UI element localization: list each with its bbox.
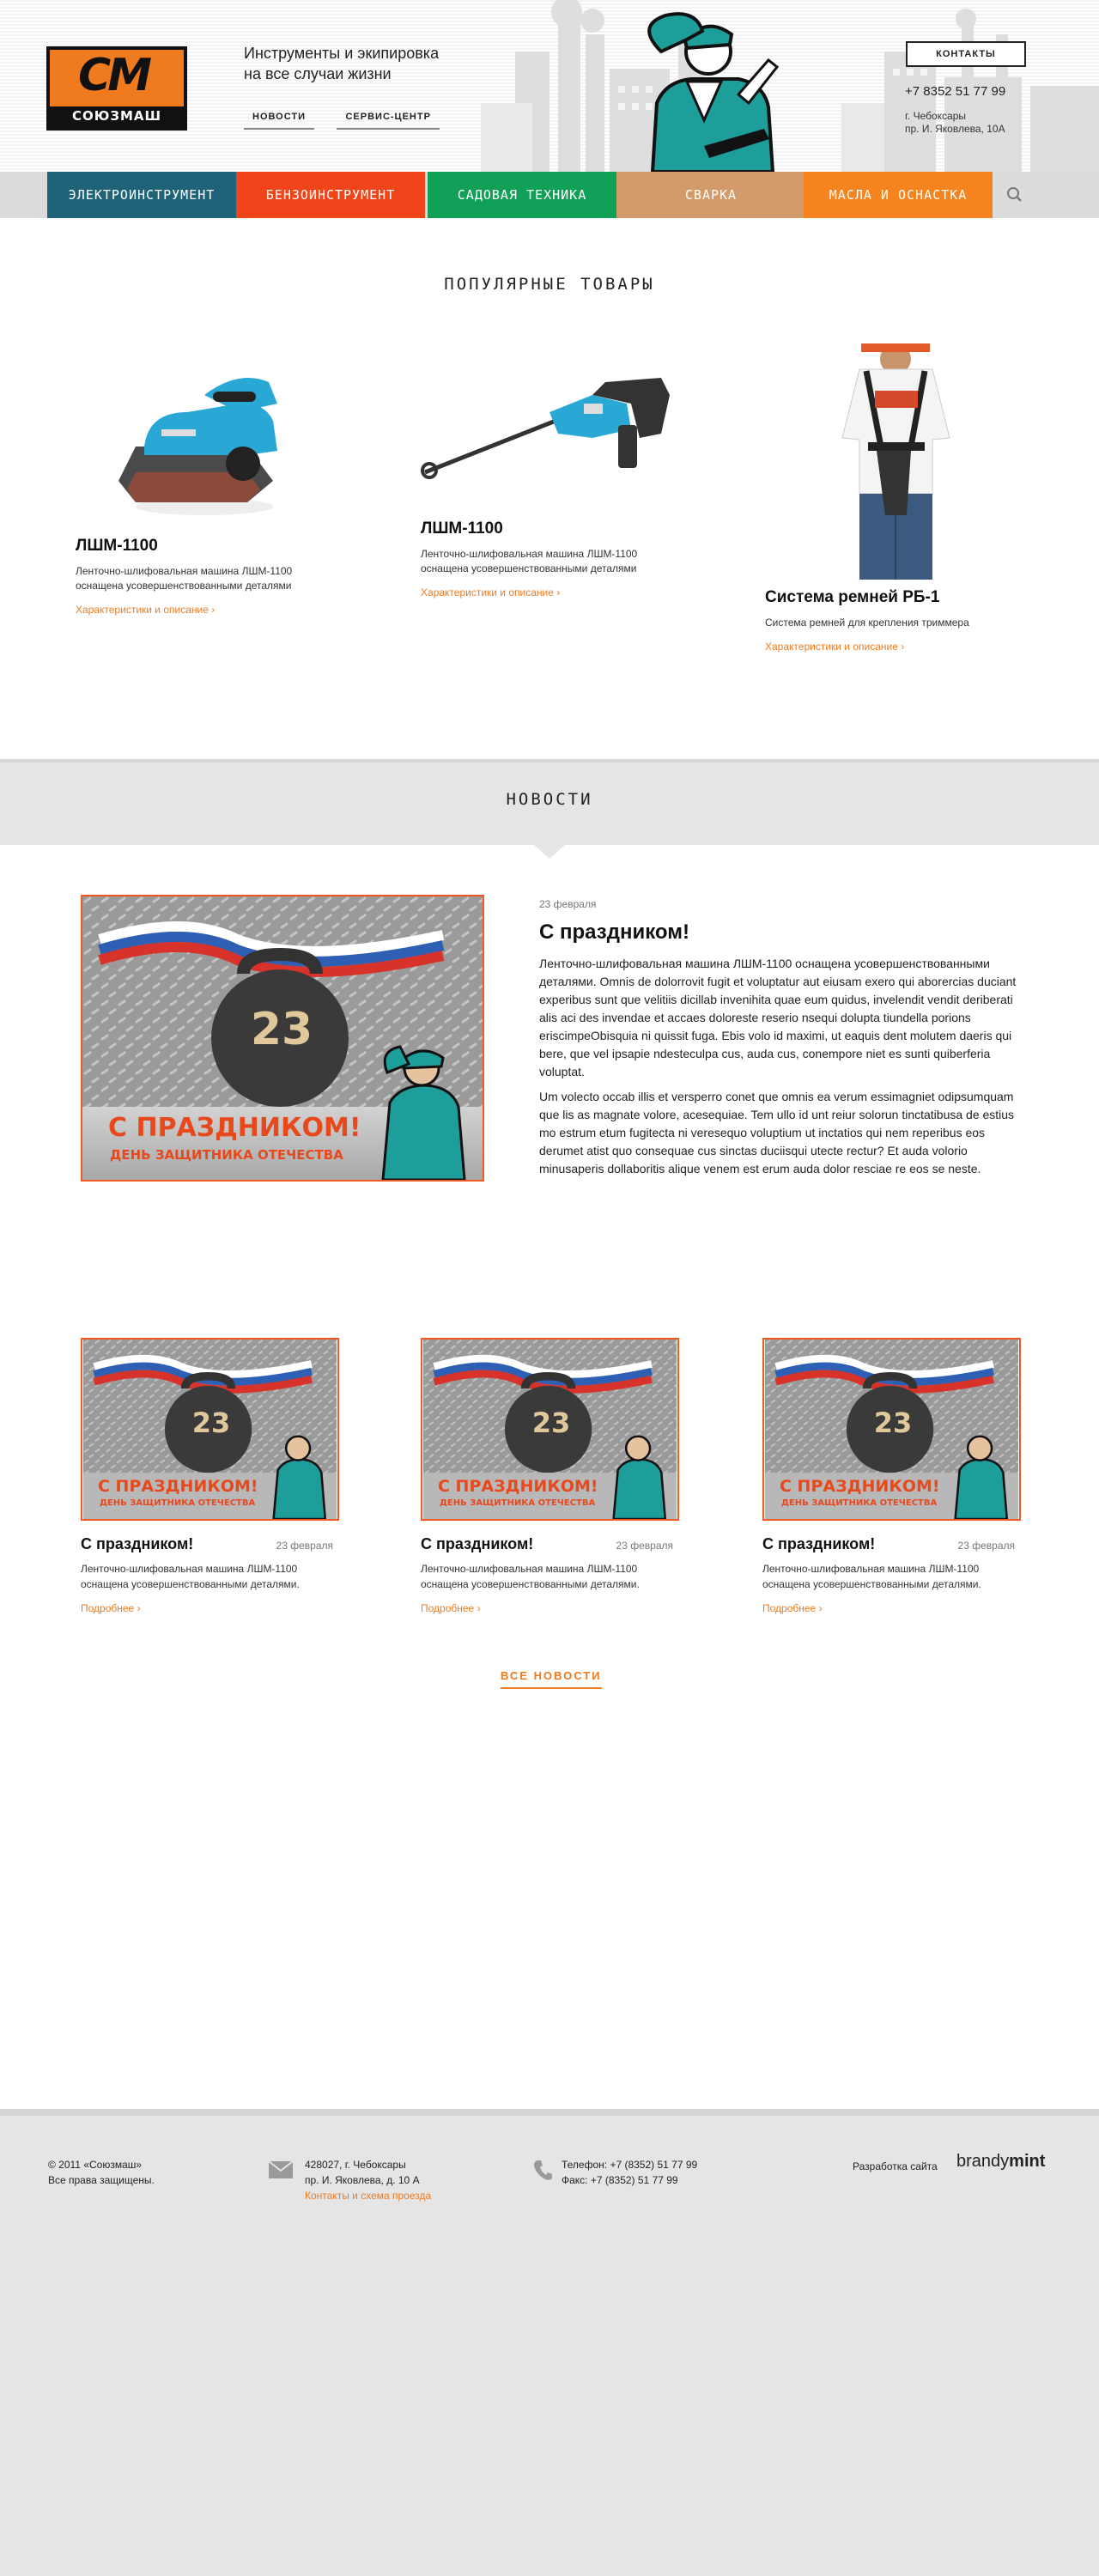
news-card-image[interactable]: 23 С ПРАЗДНИКОМ! ДЕНЬ ЗАЩИТНИКА ОТЕЧЕСТВ… (421, 1338, 679, 1521)
rights-text: Все права защищены. (48, 2174, 155, 2186)
footer-phones: Телефон: +7 (8352) 51 77 99 Факс: +7 (83… (562, 2157, 697, 2188)
tagline-line-2: на все случаи жизни (244, 65, 392, 82)
product-card: Система ремней РБ-1 Система ремней для к… (765, 343, 1023, 654)
banner-headline: С ПРАЗДНИКОМ! (98, 1477, 258, 1496)
nav-link-news[interactable]: Новости (244, 108, 315, 130)
product-desc: Ленточно-шлифовальная машина ЛШМ-1100 ос… (421, 548, 638, 574)
product-title[interactable]: Система ремней РБ-1 (765, 588, 1023, 607)
product-details-link[interactable]: Характеристики и описание › (421, 586, 560, 598)
footer-copyright: © 2011 «Союзмаш» Все права защищены. (48, 2157, 155, 2188)
news-card-date: 23 февраля (276, 1540, 333, 1552)
footer-tel: Телефон: +7 (8352) 51 77 99 (562, 2159, 698, 2171)
news-card-text: Ленточно-шлифовальная машина ЛШМ-1100 ос… (762, 1563, 981, 1590)
product-card: ЛШМ-1100 Ленточно-шлифовальная машина ЛШ… (421, 352, 678, 600)
copyright-text: © 2011 «Союзмаш» (48, 2159, 143, 2171)
banner-number: 23 (873, 1406, 913, 1439)
nav-garden-equipment[interactable]: Садовая техника (428, 172, 616, 218)
banner-number: 23 (531, 1406, 571, 1439)
banner-subtitle: ДЕНЬ ЗАЩИТНИКА ОТЕЧЕСТВА (110, 1147, 343, 1163)
product-card: ЛШМ-1100 Ленточно-шлифовальная машина ЛШ… (76, 352, 333, 617)
banner-number: 23 (250, 1004, 313, 1055)
news-card-text: Ленточно-шлифовальная машина ЛШМ-1100 ос… (81, 1563, 300, 1590)
phone-icon (534, 2160, 552, 2180)
logo-mark: СМ (78, 50, 152, 101)
belt-sander-image[interactable] (76, 352, 333, 532)
mail-icon (268, 2160, 294, 2178)
featured-news-date: 23 февраля (539, 898, 597, 910)
tagline-line-1: Инструменты и экипировка (244, 45, 440, 62)
product-desc: Система ремней для крепления триммера (765, 617, 969, 629)
footer-address-line: пр. И. Яковлева, д. 10 А (305, 2174, 420, 2186)
featured-news-body: Ленточно-шлифовальная машина ЛШМ-1100 ос… (539, 955, 1023, 1185)
dev-logo-part: mint (1009, 2152, 1046, 2171)
news-card-title[interactable]: С праздником! (762, 1535, 875, 1553)
contacts-button[interactable]: Контакты (906, 41, 1026, 67)
banner-subtitle: ДЕНЬ ЗАЩИТНИКА ОТЕЧЕСТВА (440, 1498, 596, 1508)
news-card-image[interactable]: 23 С ПРАЗДНИКОМ! ДЕНЬ ЗАЩИТНИКА ОТЕЧЕСТВ… (81, 1338, 339, 1521)
news-card-more-link[interactable]: Подробнее › (421, 1602, 481, 1614)
nav-oils-accessories[interactable]: Масла и оснастка (804, 172, 993, 218)
brandymint-logo[interactable]: brandymint (956, 2152, 1045, 2172)
banner-headline: С ПРАЗДНИКОМ! (108, 1113, 361, 1143)
top-nav: Новости Сервис-центр (244, 108, 458, 130)
news-card-more-link[interactable]: Подробнее › (81, 1602, 141, 1614)
all-news-link[interactable]: Все новости (501, 1669, 602, 1689)
news-card-more-link[interactable]: Подробнее › (762, 1602, 823, 1614)
developer-label: Разработка сайта (853, 2160, 938, 2172)
news-card-image[interactable]: 23 С ПРАЗДНИКОМ! ДЕНЬ ЗАЩИТНИКА ОТЕЧЕСТВ… (762, 1338, 1021, 1521)
news-band-pointer (534, 845, 565, 859)
news-card-text: Ленточно-шлифовальная машина ЛШМ-1100 ос… (421, 1563, 640, 1590)
factory-illustration (481, 0, 1099, 172)
site-tagline: Инструменты и экипировка на все случаи ж… (244, 43, 501, 84)
harness-image[interactable] (765, 343, 1023, 584)
nav-link-service[interactable]: Сервис-центр (337, 108, 440, 130)
banner-headline: С ПРАЗДНИКОМ! (438, 1477, 598, 1496)
dev-logo-part: brandy (956, 2152, 1010, 2171)
news-card-date: 23 февраля (957, 1540, 1015, 1552)
address-city: г. Чебоксары (905, 110, 967, 122)
news-card-title[interactable]: С праздником! (81, 1535, 193, 1553)
featured-news-banner[interactable]: 23 С ПРАЗДНИКОМ! ДЕНЬ ЗАЩИТНИКА ОТЕЧЕСТВ… (81, 895, 484, 1182)
category-nav: Электроинструмент Бензоинструмент Садова… (0, 172, 1099, 218)
footer-fax: Факс: +7 (8352) 51 77 99 (562, 2174, 678, 2186)
banner-number: 23 (191, 1406, 231, 1439)
news-card-date: 23 февраля (616, 1540, 673, 1552)
footer-map-link[interactable]: Контакты и схема проезда (305, 2188, 431, 2203)
featured-news-title[interactable]: С праздником! (539, 920, 689, 945)
featured-news-paragraph: Um volecto occab illis et versperro cone… (539, 1090, 1015, 1176)
product-title[interactable]: ЛШМ-1100 (76, 537, 333, 556)
nav-welding[interactable]: Сварка (616, 172, 805, 218)
search-icon (1007, 187, 1022, 202)
featured-news-paragraph: Ленточно-шлифовальная машина ЛШМ-1100 ос… (539, 957, 1017, 1078)
product-desc: Ленточно-шлифовальная машина ЛШМ-1100 ос… (76, 565, 293, 592)
product-details-link[interactable]: Характеристики и описание › (765, 641, 904, 653)
nav-electro-tools[interactable]: Электроинструмент (47, 172, 236, 218)
nav-petrol-tools[interactable]: Бензоинструмент (236, 172, 425, 218)
news-heading: Новости (506, 790, 593, 809)
popular-heading: Популярные товары (444, 275, 655, 294)
search-button[interactable] (993, 172, 1037, 218)
address-street: пр. И. Яковлева, 10А (905, 123, 1005, 135)
footer-address: 428027, г. Чебоксары пр. И. Яковлева, д.… (305, 2157, 431, 2203)
product-title[interactable]: ЛШМ-1100 (421, 519, 678, 538)
site-header: СМ СОЮЗМАШ Инструменты и экипировка на в… (0, 0, 1099, 172)
product-details-link[interactable]: Характеристики и описание › (76, 604, 215, 616)
footer-address-line: 428027, г. Чебоксары (305, 2159, 406, 2171)
banner-subtitle: ДЕНЬ ЗАЩИТНИКА ОТЕЧЕСТВА (100, 1498, 256, 1508)
banner-subtitle: ДЕНЬ ЗАЩИТНИКА ОТЕЧЕСТВА (781, 1498, 938, 1508)
header-address: г. Чебоксары пр. И. Яковлева, 10А (905, 110, 1005, 136)
logo-text: СОЮЗМАШ (71, 108, 162, 124)
soldier-figure (381, 1045, 466, 1180)
site-logo[interactable]: СМ СОЮЗМАШ (46, 46, 187, 131)
banner-headline: С ПРАЗДНИКОМ! (780, 1477, 940, 1496)
mixer-drill-image[interactable] (421, 352, 678, 515)
header-phone: +7 8352 51 77 99 (905, 84, 1006, 99)
news-card-title[interactable]: С праздником! (421, 1535, 533, 1553)
site-footer: © 2011 «Союзмаш» Все права защищены. 428… (0, 2109, 1099, 2576)
